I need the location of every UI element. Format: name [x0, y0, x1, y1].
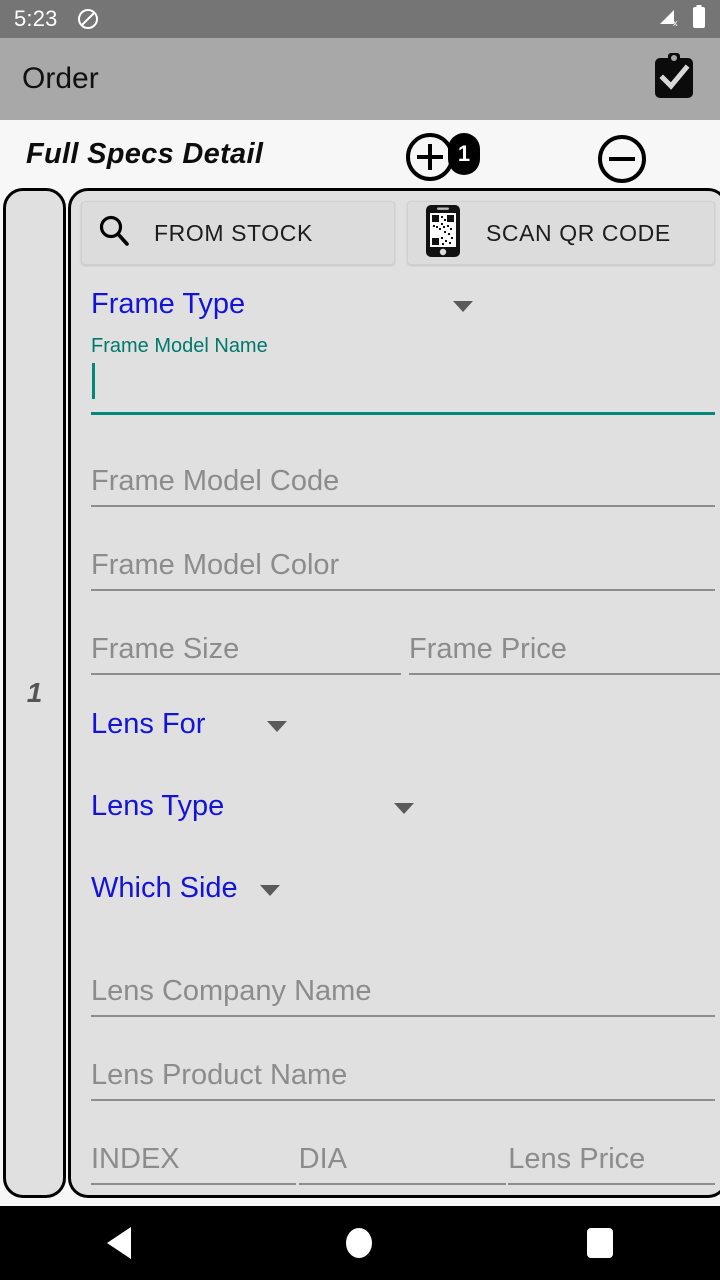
lens-product-name-field[interactable]: Lens Product Name	[91, 1025, 715, 1109]
back-icon[interactable]	[107, 1227, 132, 1259]
frame-size-placeholder: Frame Size	[91, 633, 240, 665]
spec-index-number: 1	[26, 677, 43, 708]
lens-for-label: Lens For	[91, 707, 206, 740]
which-side-dropdown[interactable]: Which Side	[91, 847, 715, 929]
svg-text:x: x	[673, 18, 678, 28]
index-dia-price-row: INDEX DIA Lens Price	[81, 1109, 715, 1193]
add-spec-button[interactable]: 1	[404, 131, 480, 183]
battery-full-icon	[692, 4, 706, 34]
which-side-row: Which Side	[81, 847, 715, 929]
frame-price-placeholder: Frame Price	[409, 633, 567, 665]
scan-qr-label: SCAN QR CODE	[485, 219, 671, 246]
spec-index-panel: 1	[3, 188, 66, 1198]
status-bar-clock: 5:23	[14, 6, 58, 31]
field-underline	[91, 1099, 715, 1101]
do-not-disturb-icon	[76, 7, 100, 31]
field-underline	[508, 1183, 715, 1185]
lens-price-placeholder: Lens Price	[508, 1143, 646, 1175]
plus-circle-icon[interactable]	[404, 133, 456, 187]
frame-price-field[interactable]: Frame Price	[409, 599, 720, 683]
field-underline	[91, 673, 401, 675]
clipboard-check-icon[interactable]	[650, 52, 698, 107]
index-placeholder: INDEX	[91, 1143, 180, 1175]
frame-model-name-label: Frame Model Name	[91, 335, 268, 357]
spec-form-card: FROM STOCK SCAN QR CODE Frame Type Frame…	[68, 188, 720, 1198]
frame-model-color-placeholder: Frame Model Color	[91, 549, 340, 581]
add-count-badge: 1	[448, 133, 480, 175]
chevron-down-icon	[267, 720, 288, 732]
status-bar: 5:23 x	[0, 0, 720, 38]
lens-type-dropdown[interactable]: Lens Type	[91, 765, 715, 847]
frame-model-name-row: Frame Model Name	[81, 335, 715, 431]
field-underline	[91, 1015, 715, 1017]
from-stock-button[interactable]: FROM STOCK	[81, 201, 395, 265]
frame-type-label: Frame Type	[91, 287, 246, 320]
app-bar-actions	[650, 52, 698, 107]
form-action-buttons: FROM STOCK SCAN QR CODE	[81, 201, 715, 265]
lens-type-label: Lens Type	[91, 789, 225, 822]
lens-type-row: Lens Type	[81, 765, 715, 847]
dia-placeholder: DIA	[298, 1143, 348, 1175]
chevron-down-icon	[259, 884, 280, 896]
lens-company-name-field[interactable]: Lens Company Name	[91, 941, 715, 1025]
field-underline	[91, 412, 715, 415]
frame-size-price-row: Frame Size Frame Price	[81, 599, 720, 683]
lens-for-dropdown[interactable]: Lens For	[91, 683, 715, 765]
minus-circle-icon[interactable]	[596, 135, 648, 189]
page-title: Full Specs Detail	[26, 137, 264, 170]
chevron-down-icon	[394, 802, 415, 814]
lens-company-name-placeholder: Lens Company Name	[91, 975, 372, 1007]
frame-type-dropdown[interactable]: Frame Type	[91, 273, 715, 335]
lens-price-field[interactable]: Lens Price	[508, 1109, 715, 1193]
app-screen: 5:23 x Order Full Specs Detail 1 1 FROM …	[0, 0, 720, 1280]
lens-product-name-row: Lens Product Name	[81, 1025, 715, 1109]
field-underline	[91, 505, 715, 507]
lens-for-row: Lens For	[81, 683, 715, 765]
frame-model-code-field[interactable]: Frame Model Code	[91, 431, 715, 515]
phone-qr-icon	[422, 204, 464, 263]
frame-model-name-field[interactable]: Frame Model Name	[91, 335, 715, 431]
scan-qr-button[interactable]: SCAN QR CODE	[406, 201, 715, 265]
app-bar: Order	[0, 38, 720, 120]
app-bar-title: Order	[22, 62, 99, 95]
field-underline	[298, 1183, 506, 1185]
field-underline	[409, 673, 720, 675]
from-stock-label: FROM STOCK	[154, 219, 313, 246]
frame-model-code-placeholder: Frame Model Code	[91, 465, 340, 497]
field-underline	[91, 1183, 296, 1185]
status-bar-icons: x	[658, 4, 706, 34]
remove-spec-button[interactable]	[596, 133, 648, 190]
frame-model-color-field[interactable]: Frame Model Color	[91, 515, 715, 599]
home-icon[interactable]	[345, 1228, 372, 1258]
frame-size-field[interactable]: Frame Size	[91, 599, 409, 683]
text-cursor	[92, 363, 95, 399]
index-field[interactable]: INDEX	[91, 1109, 299, 1193]
frame-model-code-row: Frame Model Code	[81, 431, 715, 515]
frame-type-row: Frame Type	[81, 273, 715, 335]
search-icon	[96, 213, 132, 254]
lens-company-name-row: Lens Company Name	[81, 941, 715, 1025]
frame-model-color-row: Frame Model Color	[81, 515, 715, 599]
which-side-label: Which Side	[91, 871, 238, 904]
recents-icon[interactable]	[586, 1228, 613, 1258]
android-nav-bar	[0, 1206, 720, 1280]
signal-no-sim-icon: x	[658, 6, 682, 33]
dia-field[interactable]: DIA	[298, 1109, 509, 1193]
chevron-down-icon	[453, 300, 474, 312]
lens-product-name-placeholder: Lens Product Name	[91, 1059, 348, 1091]
field-underline	[91, 589, 715, 591]
